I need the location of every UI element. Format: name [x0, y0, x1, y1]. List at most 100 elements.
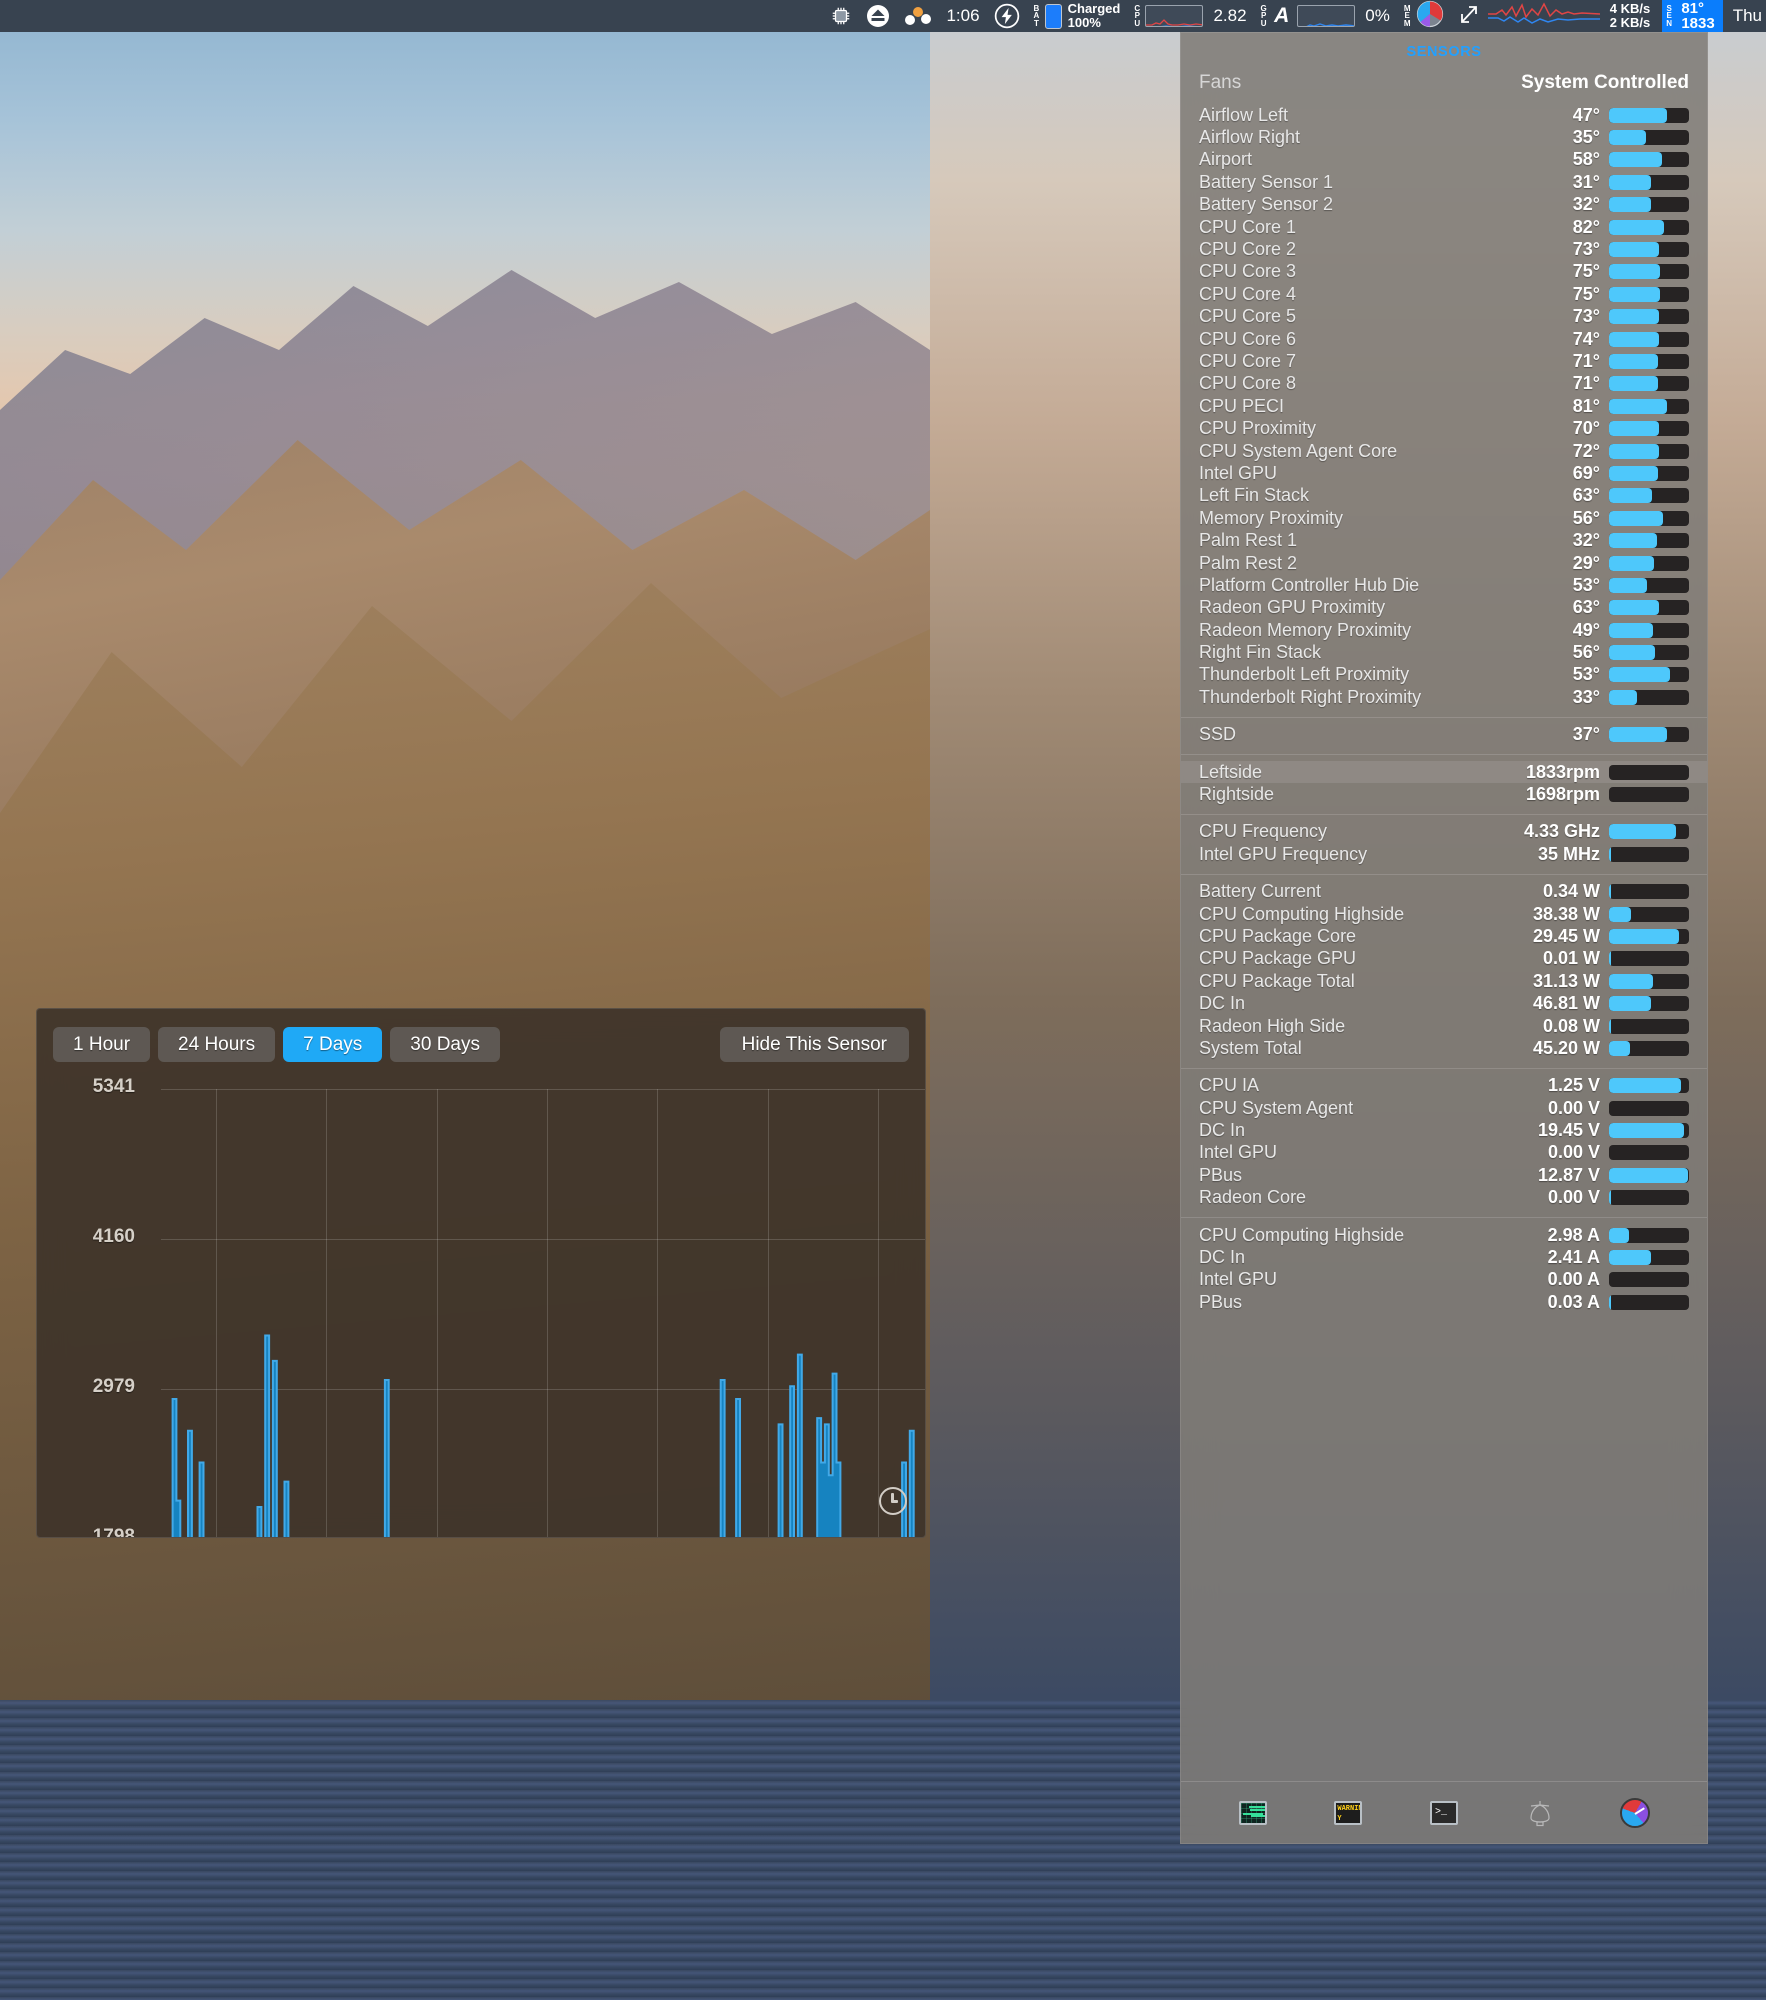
sensor-row[interactable]: CPU Package Core 29.45 W [1181, 925, 1707, 947]
sensor-row[interactable]: CPU System Agent 0.00 V [1181, 1097, 1707, 1119]
history-clock-icon[interactable] [879, 1487, 907, 1515]
sensor-row[interactable]: Intel GPU 69° [1181, 462, 1707, 484]
sensor-row[interactable]: Intel GPU Frequency 35 MHz [1181, 843, 1707, 865]
warning-log-icon[interactable]: WARNIN Y 7:36 [1333, 1798, 1363, 1828]
sensor-level-bar [1609, 219, 1689, 235]
fan-bulb-icon[interactable] [1525, 1798, 1555, 1828]
sensor-row[interactable]: CPU Package GPU 0.01 W [1181, 948, 1707, 970]
sensor-row[interactable]: Radeon High Side 0.08 W [1181, 1015, 1707, 1037]
battery-status[interactable]: BAT Charged 100% [1034, 2, 1121, 30]
sensor-row[interactable]: Intel GPU 0.00 V [1181, 1142, 1707, 1164]
sensor-row[interactable]: Battery Sensor 2 32° [1181, 194, 1707, 216]
sensor-row[interactable]: Radeon Core 0.00 V [1181, 1187, 1707, 1209]
range-button-24-hours[interactable]: 24 Hours [158, 1027, 276, 1062]
gpu-usage-value: 0% [1365, 6, 1390, 25]
istat-gauge-icon[interactable] [1620, 1797, 1651, 1828]
network-status[interactable]: 4 KB/s 2 KB/s [1458, 1, 1650, 32]
network-arrows-icon [1458, 2, 1480, 31]
sensor-row[interactable]: Battery Sensor 1 31° [1181, 171, 1707, 193]
sensor-level-bar [1609, 309, 1689, 325]
sensor-row[interactable]: CPU System Agent Core 72° [1181, 440, 1707, 462]
sensor-level-bar [1609, 286, 1689, 302]
sensor-row[interactable]: Thunderbolt Left Proximity 53° [1181, 664, 1707, 686]
sensor-value: 70° [1572, 418, 1600, 439]
gpu-status[interactable]: GPU A 0% [1261, 4, 1390, 28]
sensor-value: 75° [1572, 261, 1600, 282]
range-button-1-hour[interactable]: 1 Hour [53, 1027, 151, 1062]
sensor-row[interactable]: CPU Frequency 4.33 GHz [1181, 821, 1707, 843]
sensor-row[interactable]: Palm Rest 2 29° [1181, 552, 1707, 574]
sensor-row[interactable]: CPU IA 1.25 V [1181, 1075, 1707, 1097]
sensor-row[interactable]: Palm Rest 1 32° [1181, 529, 1707, 551]
sensor-level-bar [1609, 555, 1689, 571]
range-button-7-days[interactable]: 7 Days [283, 1027, 383, 1062]
graph-plot-box[interactable] [161, 1089, 925, 1537]
sensor-row[interactable]: Airflow Right 35° [1181, 126, 1707, 148]
sensor-row[interactable]: Memory Proximity 56° [1181, 507, 1707, 529]
sensor-row[interactable]: CPU Core 1 82° [1181, 216, 1707, 238]
sensors-menubar-item[interactable]: SEN 81° 1833 [1662, 0, 1723, 32]
sensor-row[interactable]: CPU Core 2 73° [1181, 238, 1707, 260]
sensor-row[interactable]: CPU Computing Highside 2.98 A [1181, 1224, 1707, 1246]
sensor-row[interactable]: System Total 45.20 W [1181, 1037, 1707, 1059]
sensor-row[interactable]: Battery Current 0.34 W [1181, 881, 1707, 903]
menubar-day-label[interactable]: Thu [1733, 6, 1762, 26]
terminal-icon[interactable]: >_ [1429, 1798, 1459, 1828]
power-bolt-icon[interactable] [994, 3, 1020, 29]
sensor-row[interactable]: CPU Core 5 73° [1181, 306, 1707, 328]
sensor-value: 0.00 A [1547, 1269, 1600, 1290]
sensor-row[interactable]: CPU PECI 81° [1181, 395, 1707, 417]
sensor-row[interactable]: Left Fin Stack 63° [1181, 485, 1707, 507]
memory-status[interactable]: MEM [1404, 0, 1444, 33]
sensor-row[interactable]: Right Fin Stack 56° [1181, 641, 1707, 663]
sensor-row[interactable]: CPU Core 6 74° [1181, 328, 1707, 350]
sensor-row[interactable]: Leftside 1833rpm [1181, 760, 1707, 784]
sensor-row[interactable]: Radeon GPU Proximity 63° [1181, 597, 1707, 619]
cpu-status[interactable]: CPU 2.82 [1134, 4, 1246, 28]
y-axis-tick-label: 5341 [92, 1076, 135, 1097]
sensor-row[interactable]: DC In 19.45 V [1181, 1119, 1707, 1141]
sensor-value: 82° [1572, 216, 1600, 237]
sensor-value: 58° [1572, 149, 1600, 170]
sensor-row[interactable]: CPU Core 8 71° [1181, 373, 1707, 395]
sensor-row[interactable]: PBus 0.03 A [1181, 1291, 1707, 1313]
sensor-value: 29.45 W [1532, 925, 1600, 946]
sensor-row[interactable]: CPU Computing Highside 38.38 W [1181, 903, 1707, 925]
sensor-row[interactable]: CPU Core 7 71° [1181, 350, 1707, 372]
sensor-level-bar [1609, 951, 1689, 967]
sensor-row[interactable]: PBus 12.87 V [1181, 1164, 1707, 1186]
hide-this-sensor-button[interactable]: Hide This Sensor [719, 1027, 909, 1062]
sensor-row[interactable]: Radeon Memory Proximity 49° [1181, 619, 1707, 641]
sensor-level-bar [1609, 973, 1689, 989]
activity-graph-icon[interactable] [1238, 1798, 1268, 1828]
sensor-value: 0.01 W [1542, 948, 1600, 969]
sensor-row[interactable]: Rightside 1698rpm [1181, 783, 1707, 805]
gpu-sparkline-icon [1297, 5, 1356, 27]
fans-header-row[interactable]: Fans System Controlled [1181, 66, 1707, 98]
sensor-row[interactable]: Thunderbolt Right Proximity 33° [1181, 686, 1707, 708]
eject-icon[interactable] [866, 4, 890, 28]
sensor-label: CPU PECI [1199, 395, 1285, 416]
sensor-section-fan-speeds: Leftside 1833rpm Rightside 1698rpm [1181, 753, 1707, 814]
sensor-value: 19.45 V [1537, 1120, 1600, 1141]
sensor-row[interactable]: CPU Core 3 75° [1181, 261, 1707, 283]
sensor-level-bar [1609, 107, 1689, 123]
sensor-row[interactable]: SSD 37° [1181, 724, 1707, 746]
sensor-row[interactable]: DC In 46.81 W [1181, 992, 1707, 1014]
sensor-row[interactable]: Platform Controller Hub Die 53° [1181, 574, 1707, 596]
sensor-row[interactable]: CPU Proximity 70° [1181, 417, 1707, 439]
sensor-level-bar [1609, 510, 1689, 526]
sensor-row[interactable]: Airflow Left 47° [1181, 104, 1707, 126]
sensor-row[interactable]: CPU Core 4 75° [1181, 283, 1707, 305]
sensor-label: CPU System Agent Core [1199, 440, 1398, 461]
sensor-row[interactable]: Airport 58° [1181, 149, 1707, 171]
cpu-chip-icon[interactable] [830, 5, 852, 27]
sensor-label: Intel GPU [1199, 462, 1278, 483]
sensor-row[interactable]: Intel GPU 0.00 A [1181, 1269, 1707, 1291]
three-dots-icon[interactable] [904, 6, 932, 26]
sensor-value: 35° [1572, 127, 1600, 148]
sensor-row[interactable]: DC In 2.41 A [1181, 1246, 1707, 1268]
menubar-clock[interactable]: 1:06 [946, 6, 979, 26]
range-button-30-days[interactable]: 30 Days [390, 1027, 500, 1062]
sensor-row[interactable]: CPU Package Total 31.13 W [1181, 970, 1707, 992]
